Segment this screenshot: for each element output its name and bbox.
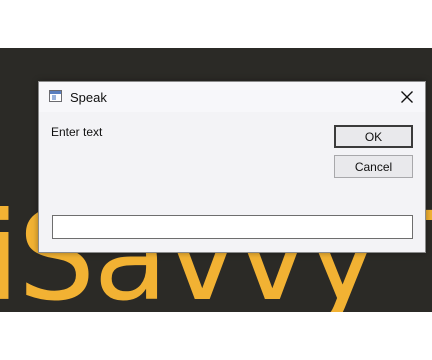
close-icon bbox=[401, 91, 413, 103]
cancel-button[interactable]: Cancel bbox=[334, 155, 413, 178]
window-icon bbox=[49, 90, 62, 102]
prompt-label: Enter text bbox=[51, 125, 103, 139]
ok-button[interactable]: OK bbox=[334, 125, 413, 148]
dialog-title: Speak bbox=[70, 90, 107, 105]
text-input[interactable] bbox=[52, 215, 413, 239]
close-button[interactable] bbox=[395, 85, 419, 109]
dialog-titlebar[interactable]: Speak bbox=[39, 82, 425, 112]
speak-dialog: Speak Enter text OK Cancel bbox=[38, 81, 426, 253]
